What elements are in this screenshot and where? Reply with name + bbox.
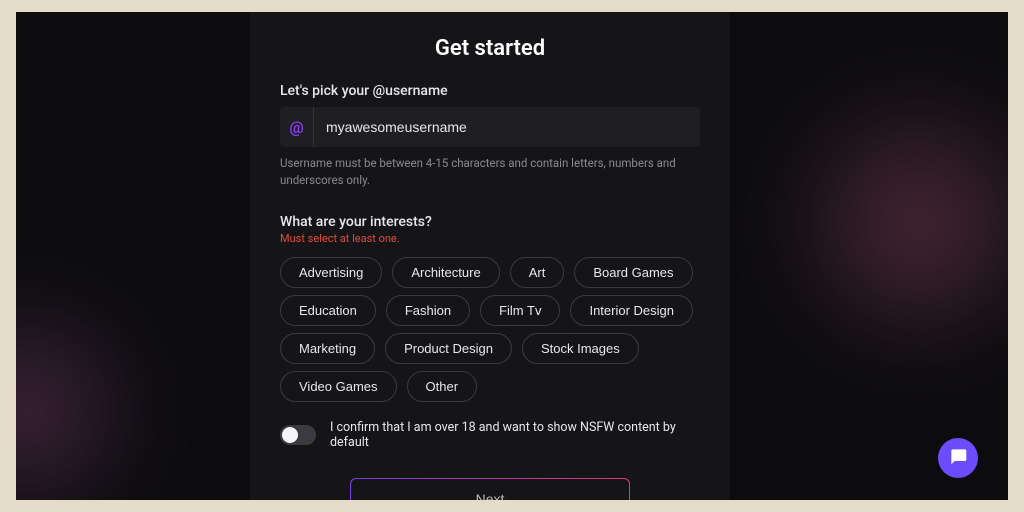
next-button[interactable]: Next [351, 479, 629, 501]
username-input-wrap[interactable]: @ [280, 107, 700, 147]
interests-error: Must select at least one. [280, 232, 700, 245]
username-label: Let's pick your @username [280, 83, 700, 99]
chip-marketing[interactable]: Marketing [280, 333, 375, 364]
chip-stock-images[interactable]: Stock Images [522, 333, 639, 364]
chat-icon [948, 446, 968, 470]
nsfw-row: I confirm that I am over 18 and want to … [280, 420, 700, 450]
app-backdrop: Get started Let's pick your @username @ … [16, 12, 1008, 500]
toggle-knob [282, 427, 298, 443]
chip-advertising[interactable]: Advertising [280, 257, 382, 288]
nsfw-toggle[interactable] [280, 425, 316, 445]
decorative-blob-left [16, 280, 156, 500]
at-icon: @ [280, 107, 314, 147]
chip-art[interactable]: Art [510, 257, 565, 288]
onboarding-modal: Get started Let's pick your @username @ … [250, 12, 730, 500]
username-hint: Username must be between 4-15 characters… [280, 155, 700, 190]
nsfw-toggle-label: I confirm that I am over 18 and want to … [330, 420, 700, 450]
chip-interior-design[interactable]: Interior Design [570, 295, 693, 326]
chip-video-games[interactable]: Video Games [280, 371, 397, 402]
chip-fashion[interactable]: Fashion [386, 295, 470, 326]
chip-product-design[interactable]: Product Design [385, 333, 512, 364]
chip-board-games[interactable]: Board Games [574, 257, 692, 288]
decorative-blob-right [768, 72, 1008, 372]
chip-architecture[interactable]: Architecture [392, 257, 499, 288]
chip-education[interactable]: Education [280, 295, 376, 326]
modal-title: Get started [280, 36, 700, 61]
chat-widget-button[interactable] [938, 438, 978, 478]
interests-label: What are your interests? [280, 214, 700, 230]
chip-other[interactable]: Other [407, 371, 478, 402]
username-input[interactable] [314, 107, 700, 147]
chip-film-tv[interactable]: Film Tv [480, 295, 560, 326]
next-button-wrap: Next [350, 478, 630, 501]
interest-chips: Advertising Architecture Art Board Games… [280, 257, 700, 402]
